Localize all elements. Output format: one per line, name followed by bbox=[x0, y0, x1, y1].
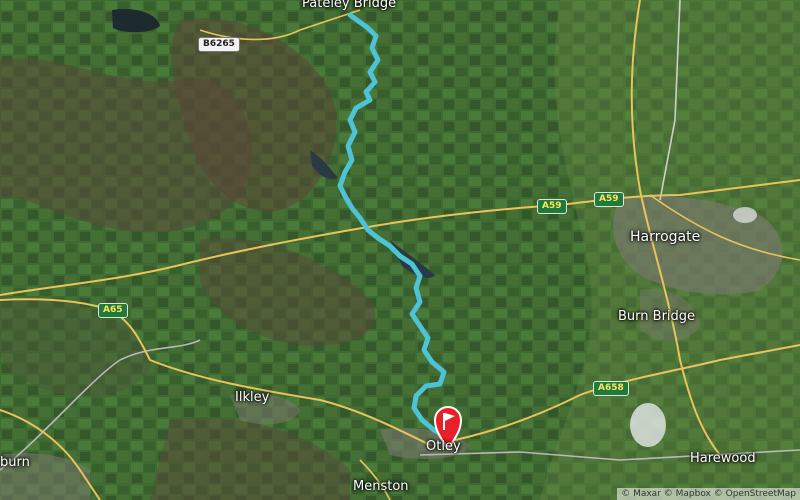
road-shield-a65: A65 bbox=[98, 303, 128, 318]
place-label-menston: Menston bbox=[353, 479, 409, 494]
map-view[interactable]: B6265 A59 A59 A65 A658 Pateley Bridge Ha… bbox=[0, 0, 800, 500]
place-label-burn-partial: burn bbox=[0, 455, 30, 470]
place-label-otley: Otley bbox=[426, 439, 461, 454]
road-shield-a658: A658 bbox=[593, 381, 629, 396]
place-label-burn-bridge: Burn Bridge bbox=[618, 309, 696, 324]
map-attribution[interactable]: © Maxar © Mapbox © OpenStreetMap bbox=[617, 488, 800, 500]
road-shield-a59-east: A59 bbox=[594, 192, 624, 207]
place-label-ilkley: Ilkley bbox=[235, 390, 270, 405]
flag-pole-icon bbox=[443, 413, 445, 430]
place-label-harrogate: Harrogate bbox=[630, 229, 701, 245]
road-shield-a59-west: A59 bbox=[537, 199, 567, 214]
route-layer bbox=[337, 12, 457, 439]
road-shield-b6265: B6265 bbox=[198, 37, 240, 52]
place-label-pateley-bridge: Pateley Bridge bbox=[302, 0, 397, 11]
place-label-harewood: Harewood bbox=[690, 451, 756, 466]
route-line[interactable] bbox=[337, 12, 449, 439]
